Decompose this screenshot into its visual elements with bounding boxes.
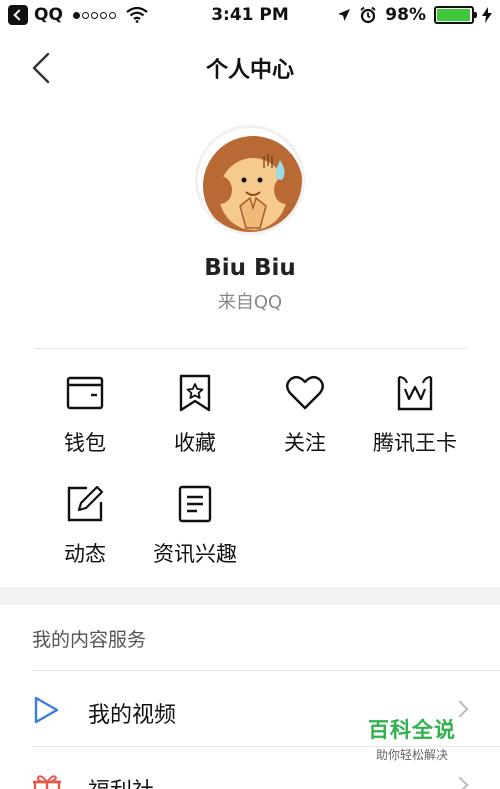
alarm-icon [360, 6, 376, 24]
watermark: 百科全说 助你轻松解决 [357, 714, 467, 763]
list-label-welfare: 福利社 [88, 773, 154, 789]
grid-label-moments: 动态 [64, 542, 106, 566]
grid-label-interests: 资讯兴趣 [153, 542, 237, 566]
bookmark-star-icon [179, 374, 211, 412]
status-right: 98% [337, 5, 492, 25]
king-card-icon [397, 376, 433, 411]
page-title: 个人中心 [205, 58, 294, 83]
battery-icon [434, 6, 477, 24]
wallet-icon [66, 376, 104, 410]
watermark-title: 百科全说 [368, 718, 456, 742]
location-icon [338, 9, 351, 21]
grid-label-follow: 关注 [284, 431, 326, 455]
divider [32, 670, 500, 671]
chevron-right-icon [451, 776, 469, 789]
watermark-subtitle: 助你轻松解决 [375, 748, 448, 762]
document-icon [178, 485, 212, 523]
monkey-avatar-icon [203, 136, 302, 232]
section-title: 我的内容服务 [32, 629, 147, 651]
grid-item-tencent-card[interactable]: 腾讯王卡 [360, 373, 470, 457]
grid-item-interests[interactable]: 资讯兴趣 [140, 484, 250, 568]
battery-level [437, 9, 471, 21]
heart-icon [286, 375, 324, 410]
battery-percent: 98% [385, 5, 426, 25]
grid-label-tencent-card: 腾讯王卡 [373, 431, 457, 455]
grid-label-favorites: 收藏 [174, 431, 216, 455]
list-label-my-videos: 我的视频 [88, 703, 177, 728]
edit-icon [67, 485, 104, 522]
status-bar: QQ 3:41 PM 98% [0, 0, 500, 34]
navigation-bar: 个人中心 [0, 40, 500, 96]
grid-item-favorites[interactable]: 收藏 [140, 373, 250, 457]
section-separator [0, 587, 500, 605]
play-icon [34, 696, 59, 724]
gift-icon [33, 775, 61, 789]
profile-name: Biu Biu [204, 255, 296, 281]
profile-source: 来自QQ [217, 292, 283, 313]
grid-item-wallet[interactable]: 钱包 [30, 373, 140, 457]
divider [34, 348, 466, 349]
grid-item-follow[interactable]: 关注 [250, 373, 360, 457]
grid-item-moments[interactable]: 动态 [30, 484, 140, 568]
avatar[interactable] [195, 125, 305, 235]
charging-icon [482, 7, 492, 23]
grid-label-wallet: 钱包 [64, 431, 106, 455]
